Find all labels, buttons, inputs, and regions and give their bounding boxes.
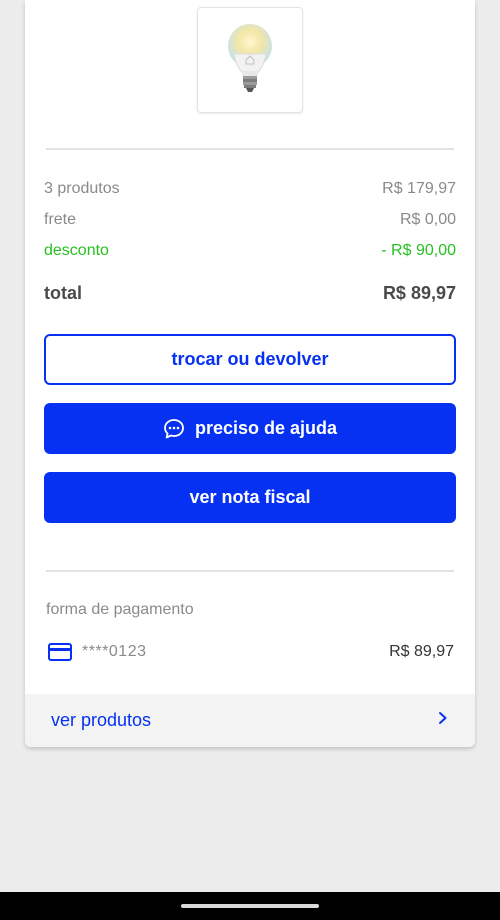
total-value: R$ 89,97 [382, 283, 456, 303]
total-label: total [44, 283, 82, 303]
discount-label: desconto [44, 242, 109, 259]
exchange-return-label: trocar ou devolver [171, 349, 329, 369]
help-button[interactable]: preciso de ajuda [44, 403, 456, 454]
order-card: 3 produtos R$ 179,97 frete R$ 0,00 desco… [25, 0, 475, 747]
credit-card-icon [48, 643, 72, 661]
payment-method-row: ****0123 R$ 89,97 [48, 643, 454, 661]
view-products-link[interactable]: ver produtos [25, 694, 475, 747]
view-invoice-button[interactable]: ver nota fiscal [44, 472, 456, 523]
system-navigation-bar [0, 892, 500, 920]
products-label: 3 produtos [44, 180, 120, 197]
chevron-right-icon [437, 711, 449, 730]
help-label: preciso de ajuda [194, 418, 338, 438]
divider [46, 570, 454, 572]
shipping-row: frete R$ 0,00 [44, 211, 456, 229]
shipping-value: R$ 0,00 [399, 211, 456, 228]
home-gesture-handle[interactable] [181, 904, 319, 908]
payment-section-label: forma de pagamento [46, 601, 194, 618]
card-masked-number: ****0123 [82, 643, 147, 660]
product-thumbnail[interactable] [197, 7, 303, 113]
shipping-label: frete [44, 211, 77, 228]
total-row: total R$ 89,97 [44, 283, 456, 304]
payment-amount: R$ 89,97 [389, 643, 454, 660]
view-invoice-label: ver nota fiscal [189, 487, 311, 507]
products-row: 3 produtos R$ 179,97 [44, 180, 456, 198]
light-bulb-icon [220, 16, 280, 105]
products-value: R$ 179,97 [382, 180, 456, 197]
discount-row: desconto - R$ 90,00 [44, 242, 456, 260]
chat-bubble-icon [163, 418, 185, 440]
view-products-label: ver produtos [51, 710, 152, 730]
discount-value: - R$ 90,00 [381, 242, 456, 259]
divider [46, 148, 454, 150]
exchange-return-button[interactable]: trocar ou devolver [44, 334, 456, 385]
